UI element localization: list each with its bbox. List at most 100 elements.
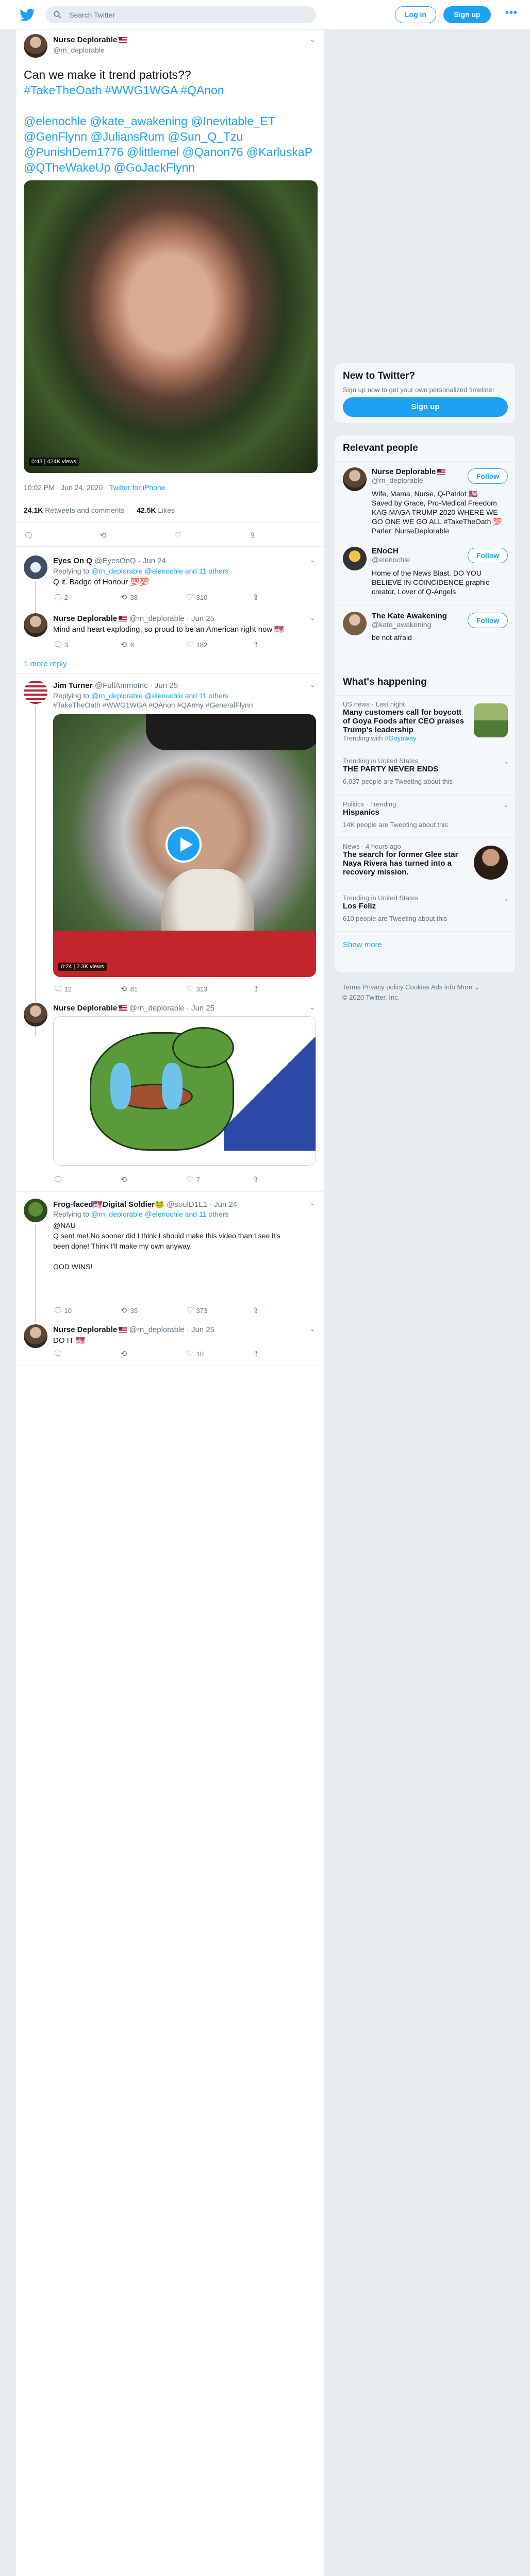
trend-hashtag-link[interactable]: #Goyaway <box>385 734 416 742</box>
tweet-video[interactable]: 0:43 | 424K views <box>24 180 318 473</box>
avatar[interactable] <box>343 467 367 491</box>
show-more-replies-link[interactable]: 1 more reply <box>24 660 67 668</box>
retweet-icon[interactable]: ⟲ 6 <box>119 640 134 649</box>
reply-author-handle[interactable]: @rn_deplorable · Jun 25 <box>129 1325 214 1334</box>
retweet-icon[interactable]: ⟲ 35 <box>119 1306 138 1315</box>
share-icon[interactable]: ⇪ <box>251 1306 260 1315</box>
person-name[interactable]: The Kate Awakening <box>372 612 447 620</box>
trend-thumbnail[interactable] <box>474 703 508 737</box>
share-icon[interactable]: ⇪ <box>251 1175 260 1184</box>
show-more-trends-link[interactable]: Show more <box>343 940 382 949</box>
follow-button[interactable]: Follow <box>468 613 508 628</box>
chevron-down-icon[interactable]: ⌄ <box>504 895 509 902</box>
like-icon[interactable]: ♡ 313 <box>185 984 207 994</box>
chevron-down-icon[interactable]: ⌄ <box>310 1200 315 1207</box>
reply-icon[interactable]: 🗨 12 <box>53 984 72 994</box>
reply-author-handle[interactable]: @EyesOnQ · Jun 24 <box>94 557 166 565</box>
author-name[interactable]: Nurse Deplorable <box>53 36 127 44</box>
avatar[interactable] <box>24 680 47 704</box>
tweet-timestamp[interactable]: 10:02 PM · Jun 24, 2020 · <box>24 483 107 492</box>
reply-author-handle[interactable]: @rn_deplorable · Jun 25 <box>129 1004 214 1013</box>
share-icon[interactable]: ⇪ <box>251 1349 260 1358</box>
tweet-mentions-line[interactable]: @GenFlynn @JuliansRum @Sun_Q_Tzu <box>24 129 318 144</box>
person-name[interactable]: ENoCH <box>372 547 410 555</box>
replying-to-users[interactable]: @rn_deplorable @elenochle and 11 others <box>91 567 228 575</box>
reply-icon[interactable]: 🗨 <box>24 531 34 540</box>
reply-icon[interactable]: 🗨 2 <box>53 593 68 602</box>
chevron-down-icon[interactable]: ⌄ <box>310 36 315 43</box>
avatar[interactable] <box>24 613 47 637</box>
footer-links[interactable]: Terms Privacy policy Cookies Ads info Mo… <box>342 982 480 992</box>
tweet-hashtags[interactable]: #TakeTheOath #WWG1WGA #QAnon <box>24 82 318 98</box>
avatar[interactable] <box>24 34 47 58</box>
retweet-icon[interactable]: ⟲ 38 <box>119 593 138 602</box>
search-bar[interactable]: Search Twitter <box>45 6 316 23</box>
reply-image[interactable] <box>53 1016 316 1166</box>
trend-item[interactable]: Trending in United States Los Feliz 610 … <box>343 894 498 922</box>
like-label[interactable]: Likes <box>158 506 175 514</box>
chevron-down-icon[interactable]: ⌄ <box>310 1004 315 1011</box>
follow-button[interactable]: Follow <box>468 548 508 563</box>
retweet-label[interactable]: Retweets and comments <box>45 506 124 514</box>
tweet-mentions-line[interactable]: @QTheWakeUp @GoJackFlynn <box>24 160 318 175</box>
follow-button[interactable]: Follow <box>468 468 508 484</box>
avatar[interactable] <box>24 1003 47 1026</box>
replying-to-users[interactable]: @rn_deplorable @elenochle and 11 others <box>91 1210 228 1218</box>
trend-item[interactable]: Politics · Trending Hispanics 14K people… <box>343 800 498 829</box>
like-icon[interactable]: ♡ 10 <box>185 1349 204 1358</box>
person-handle[interactable]: @rn_deplorable <box>372 476 445 484</box>
sign-up-button[interactable]: Sign up <box>443 6 491 23</box>
twitter-logo-icon[interactable] <box>20 7 35 23</box>
reply-icon[interactable]: 🗨 3 <box>53 640 68 649</box>
avatar[interactable] <box>343 547 367 570</box>
reply-author-handle[interactable]: @FullAmmoInc · Jun 25 <box>95 681 178 690</box>
play-icon[interactable] <box>165 827 202 863</box>
share-icon[interactable]: ⇪ <box>251 593 260 602</box>
reply-author-name[interactable]: Eyes On Q <box>53 557 92 565</box>
retweet-icon[interactable]: ⟲ <box>98 531 108 540</box>
trend-item[interactable]: US news · Last night Many customers call… <box>343 700 472 742</box>
tweet-mentions-line[interactable]: @PunishDem1776 @littlemel @Qanon76 @Karl… <box>24 144 318 160</box>
avatar[interactable] <box>24 1324 47 1348</box>
reply-author-handle[interactable]: @soulD1L1 · Jun 24 <box>167 1200 237 1209</box>
like-count[interactable]: 42.5K <box>137 506 156 514</box>
chevron-down-icon[interactable]: ⌄ <box>504 758 509 765</box>
reply-icon[interactable]: 🗨 10 <box>53 1306 72 1315</box>
reply-author-handle[interactable]: @rn_deplorable · Jun 25 <box>129 614 214 623</box>
reply-icon[interactable]: 🗨 <box>53 1175 63 1184</box>
log-in-button[interactable]: Log in <box>395 6 436 23</box>
more-options-icon[interactable]: ••• <box>505 7 518 19</box>
share-icon[interactable]: ⇪ <box>251 984 260 994</box>
reply-hashtags[interactable]: #TakeTheOath #WWG1WGA #QAnon #QArmy #Gen… <box>53 701 253 709</box>
tweet-mentions-line[interactable]: @elenochle @kate_awakening @Inevitable_E… <box>24 113 318 129</box>
like-icon[interactable]: ♡ 182 <box>185 640 207 649</box>
share-icon[interactable]: ⇪ <box>248 531 257 540</box>
person-name[interactable]: Nurse Deplorable <box>372 467 436 476</box>
trend-thumbnail[interactable] <box>474 846 508 880</box>
reply-video[interactable]: 0:24 | 2.3K views <box>53 714 316 977</box>
tweet-source-link[interactable]: Twitter for iPhone <box>109 483 165 492</box>
chevron-down-icon[interactable]: ⌄ <box>310 681 315 688</box>
share-icon[interactable]: ⇪ <box>251 640 260 649</box>
trend-item[interactable]: Trending in United States THE PARTY NEVE… <box>343 757 498 785</box>
retweet-count[interactable]: 24.1K <box>24 506 43 514</box>
reply-author-name[interactable]: Frog-faced🇺🇸Digital Soldier🐸 <box>53 1200 164 1209</box>
chevron-down-icon[interactable]: ⌄ <box>504 801 509 809</box>
like-icon[interactable]: ♡ <box>173 531 183 540</box>
replying-to-users[interactable]: @rn_deplorable @elenochle and 11 others <box>91 692 228 700</box>
trend-item[interactable]: News · 4 hours ago The search for former… <box>343 843 472 877</box>
person-handle[interactable]: @kate_awakening <box>372 620 447 629</box>
like-icon[interactable]: ♡ 310 <box>185 593 207 602</box>
like-icon[interactable]: ♡ 373 <box>185 1306 207 1315</box>
reply-author-name[interactable]: Nurse Deplorable <box>53 614 117 623</box>
reply-author-name[interactable]: Jim Turner <box>53 681 92 690</box>
reply-icon[interactable]: 🗨 <box>53 1349 63 1358</box>
avatar[interactable] <box>24 1199 47 1222</box>
person-handle[interactable]: @elenochle <box>372 555 410 564</box>
reply-author-name[interactable]: Nurse Deplorable <box>53 1325 117 1334</box>
chevron-down-icon[interactable]: ⌄ <box>310 1325 315 1333</box>
sidebar-sign-up-button[interactable]: Sign up <box>343 397 508 417</box>
like-icon[interactable]: ♡ 7 <box>185 1175 200 1184</box>
retweet-icon[interactable]: ⟲ <box>119 1349 128 1358</box>
avatar[interactable] <box>24 555 47 579</box>
